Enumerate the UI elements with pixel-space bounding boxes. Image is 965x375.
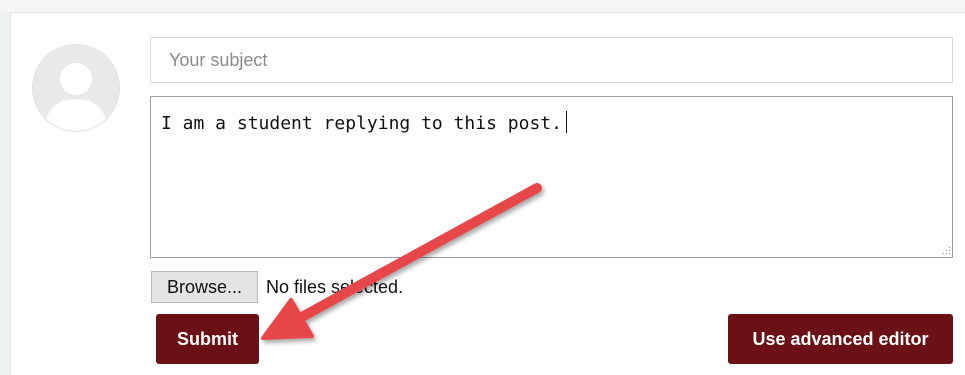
file-status-text: No files selected. <box>266 277 404 297</box>
message-textarea[interactable]: I am a student replying to this post. <box>150 96 953 258</box>
message-text: I am a student replying to this post. <box>161 113 562 134</box>
subject-input[interactable] <box>150 37 953 83</box>
page-top-strip <box>0 0 965 12</box>
browse-button[interactable]: Browse... <box>151 271 258 303</box>
resize-grip-icon[interactable] <box>942 246 951 255</box>
submit-button[interactable]: Submit <box>156 314 259 364</box>
text-cursor <box>565 111 567 133</box>
user-avatar-icon <box>32 44 120 132</box>
use-advanced-editor-button[interactable]: Use advanced editor <box>728 314 953 364</box>
